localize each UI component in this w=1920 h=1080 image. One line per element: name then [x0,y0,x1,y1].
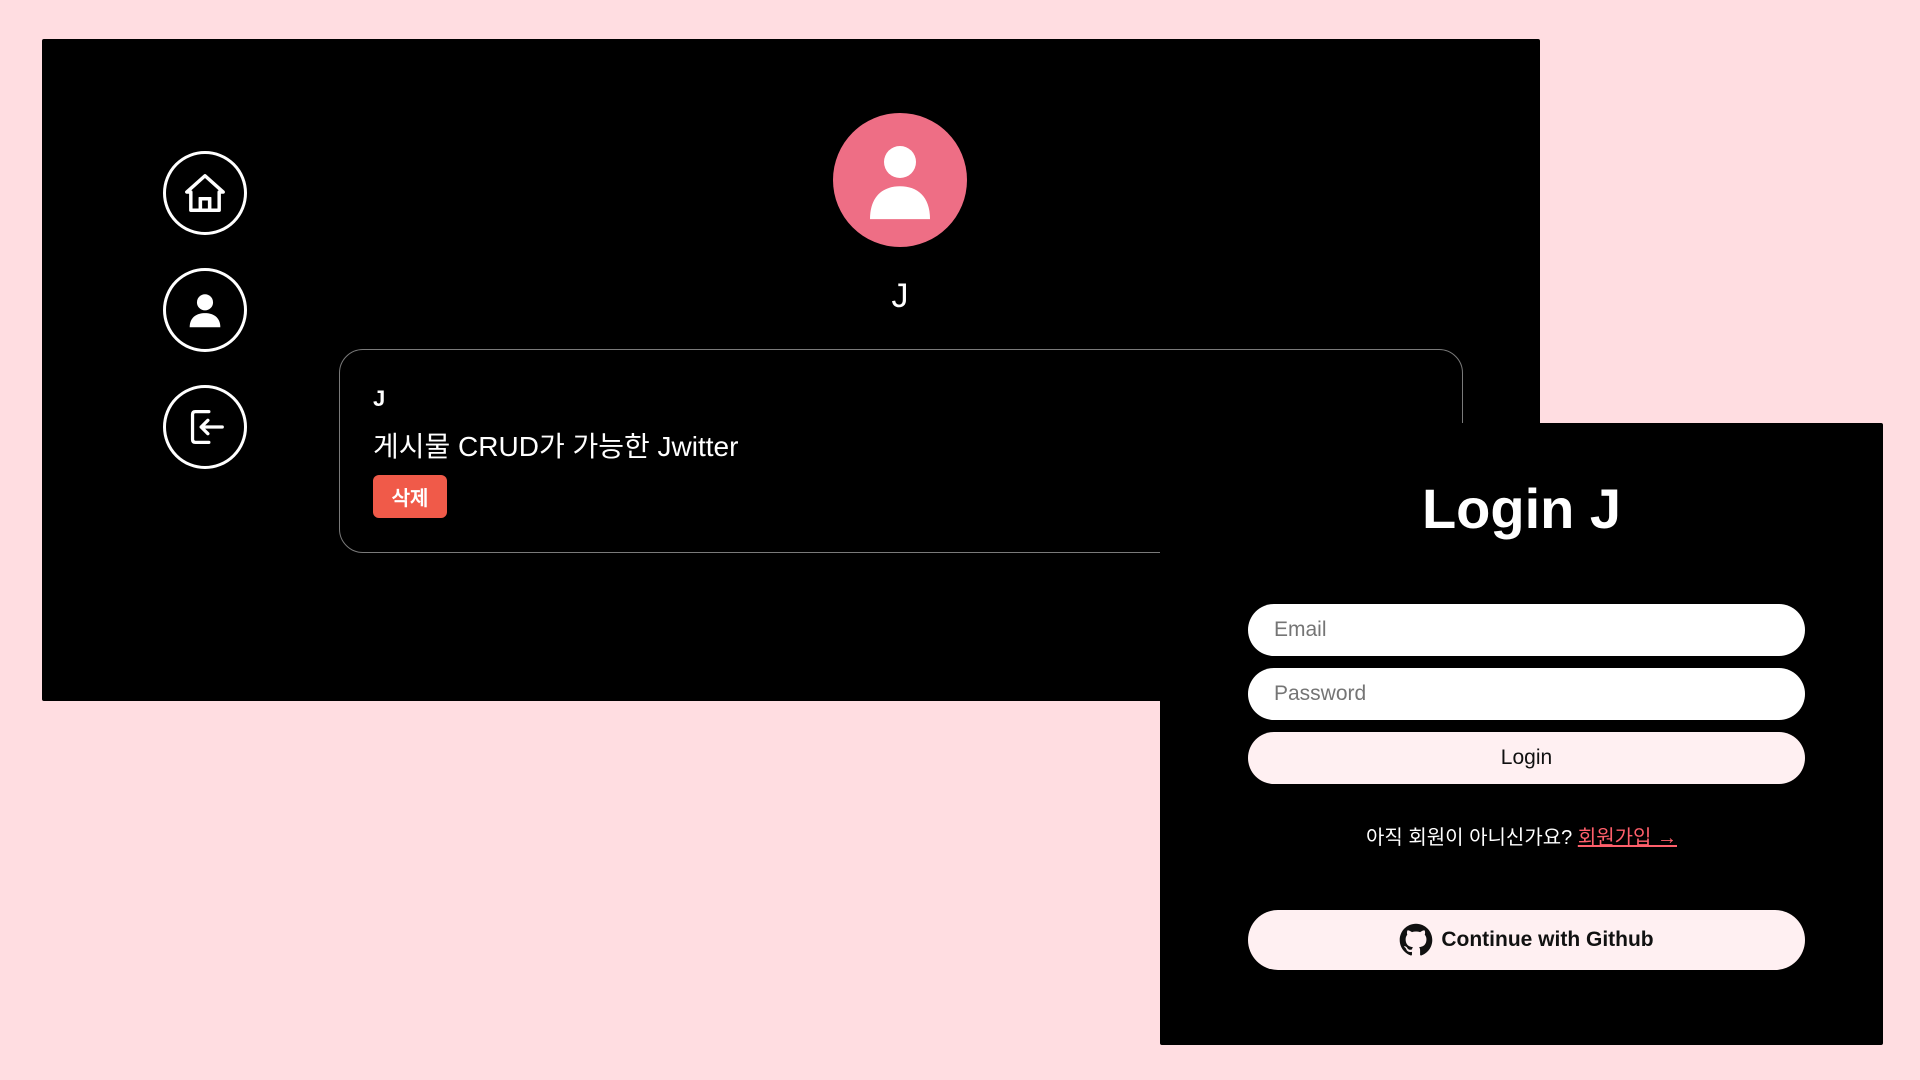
delete-button[interactable]: 삭제 [373,475,447,518]
profile-avatar[interactable] [833,113,967,247]
signup-prompt: 아직 회원이 아니신가요? [1366,827,1573,849]
login-button[interactable]: Login [1248,732,1805,784]
tweet-username: J [373,386,386,411]
login-title: Login J [1421,477,1622,540]
login-window: Login J Login 아직 회원이 아니신가요? 회원가입 → Conti… [1160,423,1883,1045]
user-icon [870,146,930,220]
signup-row: 아직 회원이 아니신가요? 회원가입 → [1160,821,1883,850]
nav-profile-button[interactable] [163,268,247,352]
home-icon [185,174,225,212]
password-input[interactable] [1248,668,1805,720]
nav-home-button[interactable] [163,151,247,235]
sidebar-nav [163,151,247,469]
signup-link[interactable]: 회원가입 → [1578,827,1677,849]
github-login-button[interactable]: Continue with Github [1248,910,1805,970]
tweet-text: 게시물 CRUD가 가능한 Jwitter [373,431,739,462]
github-icon [1400,923,1433,956]
profile-name: J [891,277,909,315]
nav-logout-button[interactable] [163,385,247,469]
github-button-label: Continue with Github [1441,928,1654,951]
user-icon [189,294,221,328]
logout-icon [190,410,224,444]
email-input[interactable] [1248,604,1805,656]
